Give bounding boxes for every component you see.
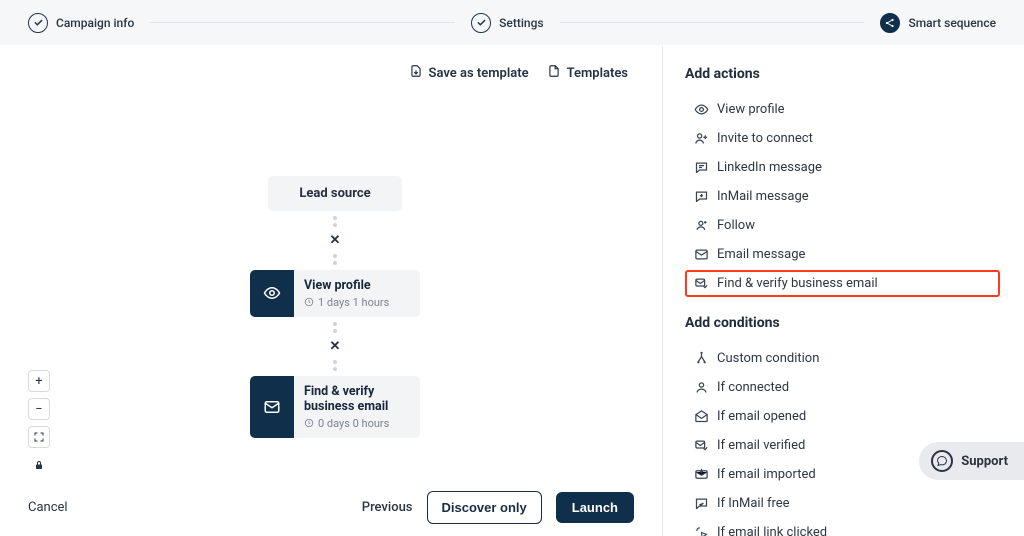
message-icon — [693, 160, 709, 176]
connector — [200, 317, 470, 338]
action-find-verify-email[interactable]: Find & verify business email — [685, 270, 1000, 297]
action-view-profile[interactable]: View profile — [685, 96, 1000, 123]
zoom-in-button[interactable]: + — [28, 370, 50, 392]
eye-icon — [693, 102, 709, 118]
step-label: Settings — [499, 16, 543, 30]
share-icon — [880, 13, 900, 33]
flow: Lead source ✕ View profile 1 days 1 hour… — [200, 176, 470, 438]
action-label: Email message — [717, 247, 805, 262]
condition-label: If email verified — [717, 438, 805, 453]
node-delay: 0 days 0 hours — [304, 417, 410, 430]
action-follow[interactable]: Follow — [685, 212, 1000, 239]
connector — [200, 355, 470, 376]
user-icon — [693, 380, 709, 396]
action-label: View profile — [717, 102, 785, 117]
condition-if-email-opened[interactable]: If email opened — [685, 403, 1000, 430]
condition-label: If email link clicked — [717, 525, 827, 536]
canvas-toolbar: Save as template Templates — [409, 64, 628, 82]
add-conditions-title: Add conditions — [685, 315, 1000, 331]
check-icon — [471, 13, 491, 33]
discover-only-button[interactable]: Discover only — [427, 491, 542, 524]
previous-button[interactable]: Previous — [362, 500, 413, 515]
inmail-icon — [693, 189, 709, 205]
step-label: Smart sequence — [908, 16, 996, 30]
node-title: View profile — [304, 278, 410, 294]
cancel-button[interactable]: Cancel — [28, 500, 68, 515]
step-separator — [560, 22, 865, 23]
action-invite-to-connect[interactable]: Invite to connect — [685, 125, 1000, 152]
follow-icon — [693, 218, 709, 234]
zoom-controls: + − — [28, 370, 50, 476]
step-settings[interactable]: Settings — [471, 13, 543, 33]
step-smart-sequence[interactable]: Smart sequence — [880, 13, 996, 33]
add-step-button[interactable]: ✕ — [200, 338, 470, 355]
sequence-canvas[interactable]: Save as template Templates Lead source ✕… — [0, 46, 662, 536]
launch-button[interactable]: Launch — [556, 492, 634, 523]
save-as-template-label: Save as template — [429, 66, 529, 81]
action-label: InMail message — [717, 189, 809, 204]
inmail-icon — [693, 496, 709, 512]
step-campaign-info[interactable]: Campaign info — [28, 13, 134, 33]
save-as-template-button[interactable]: Save as template — [409, 64, 529, 82]
support-button[interactable]: Support — [919, 442, 1024, 480]
mail-check-icon — [693, 438, 709, 454]
click-icon — [693, 525, 709, 536]
fit-view-button[interactable] — [28, 426, 50, 448]
bottom-bar: Cancel Previous Discover only Launch — [0, 491, 662, 524]
condition-if-link-clicked[interactable]: If email link clicked — [685, 519, 1000, 536]
condition-label: If connected — [717, 380, 789, 395]
branch-icon — [693, 351, 709, 367]
templates-button[interactable]: Templates — [547, 64, 628, 82]
stepper: Campaign info Settings Smart sequence — [0, 0, 1024, 46]
step-separator — [150, 22, 455, 23]
condition-label: If InMail free — [717, 496, 790, 511]
action-email-message[interactable]: Email message — [685, 241, 1000, 268]
lead-source-node[interactable]: Lead source — [268, 176, 402, 211]
eye-icon — [250, 270, 294, 317]
condition-if-connected[interactable]: If connected — [685, 374, 1000, 401]
mail-check-icon — [693, 276, 709, 292]
support-label: Support — [961, 454, 1008, 469]
node-find-verify-email[interactable]: Find & verify business email 0 days 0 ho… — [250, 376, 420, 438]
add-actions-title: Add actions — [685, 66, 1000, 82]
zoom-out-button[interactable]: − — [28, 398, 50, 420]
check-icon — [28, 13, 48, 33]
connector — [200, 249, 470, 270]
user-add-icon — [693, 131, 709, 147]
action-inmail-message[interactable]: InMail message — [685, 183, 1000, 210]
node-view-profile[interactable]: View profile 1 days 1 hours — [250, 270, 420, 317]
mail-open-icon — [693, 409, 709, 425]
mail-icon — [693, 247, 709, 263]
lock-canvas-button[interactable] — [28, 454, 50, 476]
condition-custom[interactable]: Custom condition — [685, 345, 1000, 372]
document-icon — [547, 64, 561, 82]
mail-import-icon — [693, 467, 709, 483]
chat-icon — [931, 450, 953, 472]
connector — [200, 211, 470, 232]
action-linkedin-message[interactable]: LinkedIn message — [685, 154, 1000, 181]
templates-label: Templates — [567, 66, 628, 81]
action-label: Find & verify business email — [717, 276, 878, 291]
save-icon — [409, 64, 423, 82]
condition-if-inmail-free[interactable]: If InMail free — [685, 490, 1000, 517]
action-label: Follow — [717, 218, 755, 233]
action-label: Invite to connect — [717, 131, 813, 146]
action-label: LinkedIn message — [717, 160, 822, 175]
condition-label: If email opened — [717, 409, 806, 424]
node-delay: 1 days 1 hours — [304, 296, 410, 309]
add-step-button[interactable]: ✕ — [200, 232, 470, 249]
mail-icon — [250, 376, 294, 438]
node-title: Find & verify business email — [304, 384, 410, 415]
step-label: Campaign info — [56, 16, 134, 30]
condition-label: If email imported — [717, 467, 816, 482]
condition-label: Custom condition — [717, 351, 819, 366]
